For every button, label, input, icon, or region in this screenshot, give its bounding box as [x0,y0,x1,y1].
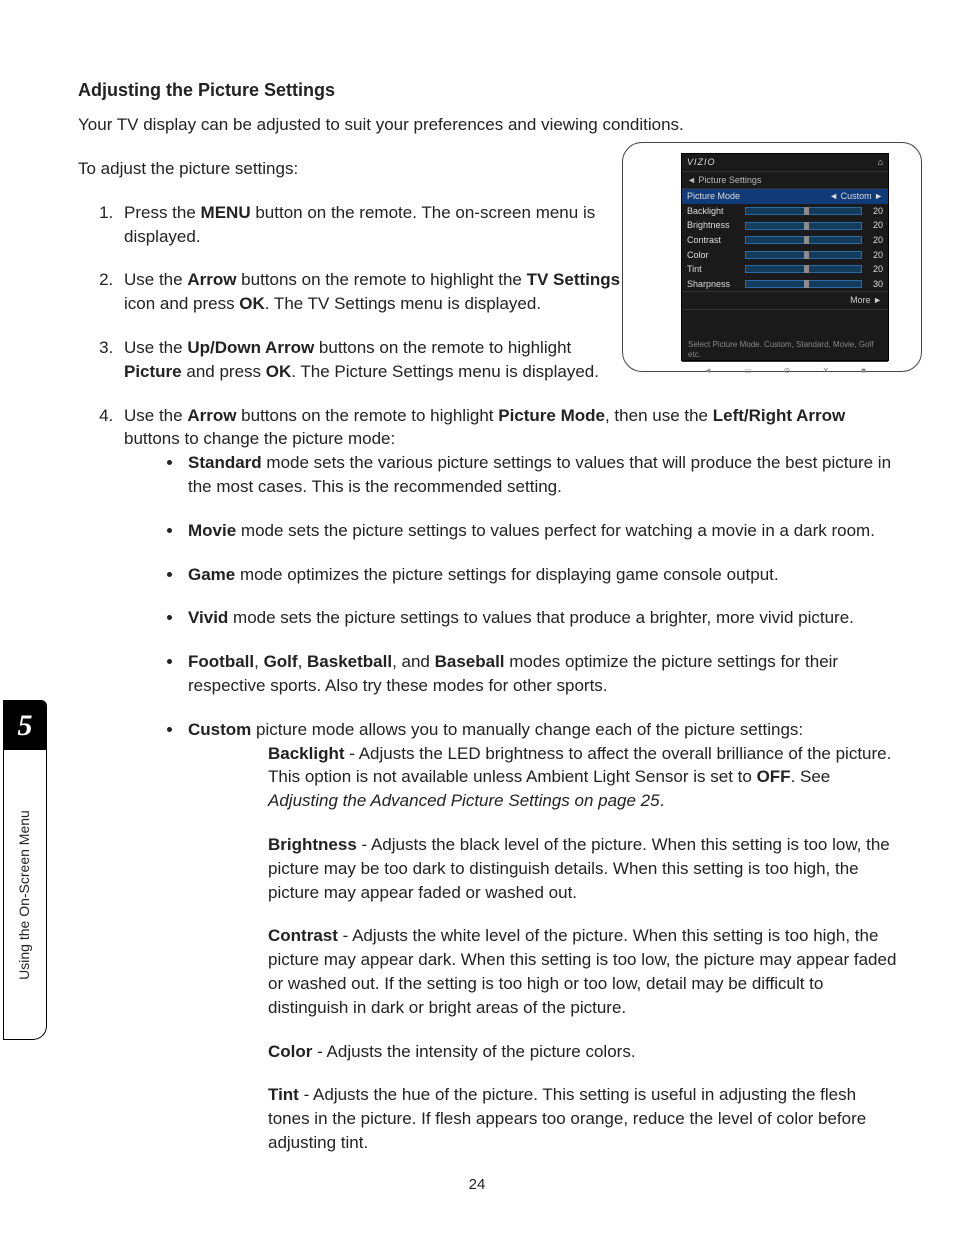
mode-vivid: Vivid mode sets the picture settings to … [184,606,899,630]
def-contrast: Contrast - Adjusts the white level of th… [268,924,899,1019]
def-backlight: Backlight - Adjusts the LED brightness t… [268,742,899,813]
step-2: Use the Arrow buttons on the remote to h… [118,268,624,316]
tv-row-picture-mode: Picture Mode ◄ Custom ► [682,189,888,204]
intro-text: Your TV display can be adjusted to suit … [78,113,899,137]
tv-row-sharpness: Sharpness30 [682,277,888,292]
def-tint: Tint - Adjusts the hue of the picture. T… [268,1083,899,1154]
mode-movie: Movie mode sets the picture settings to … [184,519,899,543]
tv-hint: Select Picture Mode. Custom, Standard, M… [682,309,888,361]
page-number: 24 [0,1174,954,1195]
tv-row-color: Color20 [682,248,888,263]
mode-list: Standard mode sets the various picture s… [184,451,899,1155]
tv-bottom-icons: ◄ ▭ ⊘ ✕ ■ [682,361,888,379]
tv-row-tint: Tint20 [682,262,888,277]
custom-definitions: Backlight - Adjusts the LED brightness t… [268,742,899,1155]
mode-game: Game mode optimizes the picture settings… [184,563,899,587]
home-icon: ⌂ [878,156,883,169]
step-4: Use the Arrow buttons on the remote to h… [118,404,899,1155]
step-1: Press the MENU button on the remote. The… [118,201,624,249]
tv-screenshot: VIZIO ⌂ ◄ Picture Settings Picture Mode … [622,142,922,372]
mode-custom: Custom picture mode allows you to manual… [184,718,899,1155]
mode-sports: Football, Golf, Basketball, and Baseball… [184,650,899,698]
tv-more: More ► [682,291,888,309]
tv-row-backlight: Backlight20 [682,204,888,219]
tv-row-brightness: Brightness20 [682,218,888,233]
section-heading: Adjusting the Picture Settings [78,78,899,103]
tv-breadcrumb: ◄ Picture Settings [682,172,888,190]
mode-standard: Standard mode sets the various picture s… [184,451,899,499]
def-color: Color - Adjusts the intensity of the pic… [268,1040,899,1064]
def-brightness: Brightness - Adjusts the black level of … [268,833,899,904]
step-3: Use the Up/Down Arrow buttons on the rem… [118,336,624,384]
tv-brand: VIZIO [687,156,716,169]
tv-row-contrast: Contrast20 [682,233,888,248]
